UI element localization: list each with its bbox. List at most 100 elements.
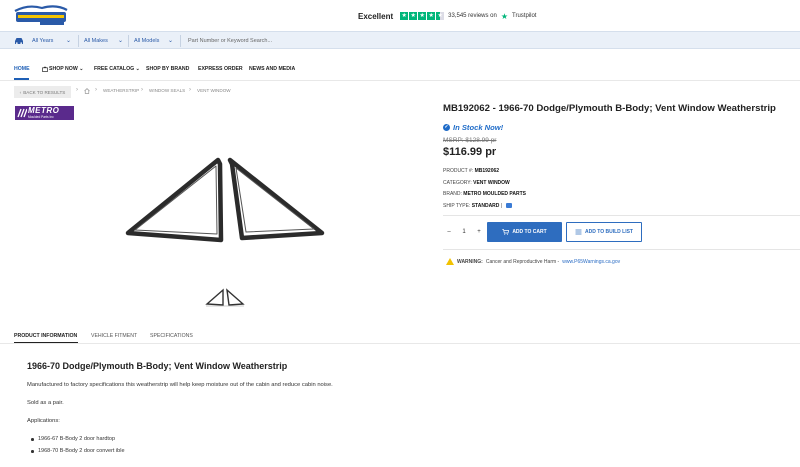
qty-increase-button[interactable]: + xyxy=(473,222,485,242)
trustpilot-widget[interactable]: Excellent ★ ★ ★ ★ ★ 33,545 reviews on ★ … xyxy=(358,10,536,22)
category-label: CATEGORY: xyxy=(443,180,472,186)
tab-vehicle-fitment[interactable]: VEHICLE FITMENT xyxy=(91,333,137,339)
divider xyxy=(0,80,800,81)
keyword-search-input[interactable]: Part Number or Keyword Search... xyxy=(188,35,788,47)
chevron-right-icon: › xyxy=(189,87,191,93)
add-to-cart-button[interactable]: ADD TO CART xyxy=(487,222,562,242)
msrp-price: MSRP: $128.99 pr xyxy=(443,137,497,144)
star-icon: ★ xyxy=(400,12,409,20)
cart-icon xyxy=(502,229,510,235)
shop-bag-icon xyxy=(42,66,48,72)
nav-free-catalog-label: FREE CATALOG xyxy=(94,66,135,72)
trustpilot-brand: Trustpilot xyxy=(512,13,537,19)
description-paragraph: Manufactured to factory specifications t… xyxy=(27,382,333,388)
category-row: CATEGORY: VENT WINDOW xyxy=(443,180,510,186)
tab-product-information[interactable]: PRODUCT INFORMATION xyxy=(14,333,77,339)
year-select-value: All Years xyxy=(32,38,54,44)
model-select[interactable]: All Models xyxy=(134,32,159,50)
qty-decrease-button[interactable]: – xyxy=(443,222,455,242)
trustpilot-star-icon: ★ xyxy=(500,11,509,21)
divider xyxy=(443,249,800,250)
description-title: 1966-70 Dodge/Plymouth B-Body; Vent Wind… xyxy=(27,361,288,371)
chevron-right-icon: › xyxy=(141,87,143,93)
sale-price: $116.99 pr xyxy=(443,146,497,158)
nav-shop-now[interactable]: SHOP NOW ⌄ xyxy=(49,66,84,76)
description-paragraph: Sold as a pair. xyxy=(27,400,64,406)
list-item-text: 1966-67 B-Body 2 door hardtop xyxy=(38,436,116,442)
quantity-input[interactable]: 1 xyxy=(455,222,473,242)
chevron-down-icon: ⌄ xyxy=(118,38,124,44)
brand-logo-name: METRO xyxy=(28,106,60,115)
back-to-results-label: BACK TO RESULTS xyxy=(23,89,66,95)
star-half-icon: ★ xyxy=(436,12,445,20)
chevron-down-icon: ⌄ xyxy=(66,38,72,44)
ship-type-row: SHIP TYPE: STANDARD | xyxy=(443,203,512,209)
vehicle-search-bar: All Years ⌄ All Makes ⌄ All Models ⌄ Par… xyxy=(0,31,800,49)
product-image[interactable] xyxy=(120,150,330,250)
star-icon: ★ xyxy=(418,12,427,20)
product-number-value: MB192062 xyxy=(474,168,500,174)
product-number-row: PRODUCT #: MB192062 xyxy=(443,168,499,174)
tab-specifications[interactable]: SPECIFICATIONS xyxy=(150,333,193,339)
nav-shop-by-brand[interactable]: SHOP BY BRAND xyxy=(146,66,189,76)
trustpilot-rating-word: Excellent xyxy=(358,11,394,21)
product-title: MB192062 - 1966-70 Dodge/Plymouth B-Body… xyxy=(443,103,776,114)
breadcrumb-window-seals[interactable]: WINDOW SEALS xyxy=(149,88,185,93)
bullet-icon xyxy=(31,450,34,453)
nav-free-catalog[interactable]: FREE CATALOG ⌄ xyxy=(94,66,140,76)
divider xyxy=(0,343,800,344)
brand-value[interactable]: METRO MOULDED PARTS xyxy=(463,191,526,197)
star-icon: ★ xyxy=(427,12,436,20)
year-select[interactable]: All Years xyxy=(32,32,53,50)
nav-home[interactable]: HOME xyxy=(14,66,30,76)
divider xyxy=(180,35,181,47)
brand-row: BRAND: METRO MOULDED PARTS xyxy=(443,191,526,197)
divider xyxy=(128,35,129,47)
make-select-value: All Makes xyxy=(84,38,108,44)
ship-type-separator: | xyxy=(500,203,503,209)
home-icon[interactable] xyxy=(84,88,90,94)
chevron-down-icon: ⌄ xyxy=(168,38,174,44)
list-item: 1966-67 B-Body 2 door hardtop xyxy=(31,436,116,442)
site-logo[interactable] xyxy=(12,3,70,27)
nav-shop-now-label: SHOP NOW xyxy=(49,66,78,72)
brand-label: BRAND: xyxy=(443,191,462,197)
chevron-down-icon: ⌄ xyxy=(79,66,84,72)
list-item: 1968-70 B-Body 2 door convert ible xyxy=(31,448,125,454)
car-icon xyxy=(15,38,23,45)
add-to-build-list-button[interactable]: ADD TO BUILD LIST xyxy=(566,222,642,242)
trustpilot-reviews: 33,545 reviews on xyxy=(448,13,497,19)
warning-text: Cancer and Reproductive Harm - xyxy=(485,258,560,265)
ship-type-value: STANDARD xyxy=(471,203,500,209)
brand-stripes-icon xyxy=(17,108,27,118)
warning-link[interactable]: www.P65Warnings.ca.gov xyxy=(562,259,620,265)
breadcrumb-weatherstrip[interactable]: WEATHERSTRIP xyxy=(103,88,139,93)
truck-icon xyxy=(505,203,512,209)
chevron-down-icon: ⌄ xyxy=(135,66,140,72)
brand-logo-subtitle: Moulded Parts Inc xyxy=(28,115,54,119)
stock-status: ✓ In Stock Now! xyxy=(443,123,503,132)
add-to-cart-label: ADD TO CART xyxy=(512,229,547,235)
divider xyxy=(78,35,79,47)
breadcrumb-vent-window[interactable]: VENT WINDOW xyxy=(197,88,231,93)
chevron-right-icon: › xyxy=(95,87,97,93)
nav-express-order[interactable]: EXPRESS ORDER xyxy=(198,66,243,76)
product-number-label: PRODUCT #: xyxy=(443,168,474,174)
bullet-icon xyxy=(31,438,34,441)
chevron-right-icon: › xyxy=(76,87,78,93)
category-value[interactable]: VENT WINDOW xyxy=(473,180,510,186)
prop65-warning: WARNING: Cancer and Reproductive Harm - … xyxy=(446,258,620,265)
nav-news-media[interactable]: NEWS AND MEDIA xyxy=(249,66,295,76)
applications-heading: Applications: xyxy=(27,418,60,424)
check-circle-icon: ✓ xyxy=(443,124,450,131)
stock-status-text: In Stock Now! xyxy=(453,123,504,132)
arrow-left-icon: ‹ xyxy=(19,89,22,95)
back-to-results-button[interactable]: ‹ BACK TO RESULTS xyxy=(14,86,71,98)
list-item-text: 1968-70 B-Body 2 door convert ible xyxy=(38,448,125,454)
warning-label: WARNING: xyxy=(457,258,483,265)
star-icon: ★ xyxy=(409,12,418,20)
product-thumbnail[interactable] xyxy=(205,287,245,307)
warning-icon xyxy=(446,258,454,265)
list-icon xyxy=(575,229,582,235)
make-select[interactable]: All Makes xyxy=(84,32,108,50)
